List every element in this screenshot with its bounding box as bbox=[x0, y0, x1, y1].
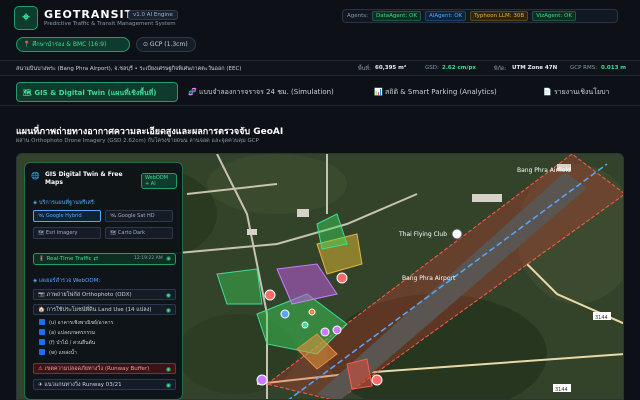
location-bar: สนามบินบางพระ (Bang Phra Airport), จ.ชลบ… bbox=[0, 60, 640, 76]
real-time-traffic-toggle[interactable]: 🚦 Real-Time Traffic ⇄ 12:19:22 AM ◉ bbox=[33, 253, 176, 265]
runway-axis-label: ✈ แนวแกนทางวิ่ง Runway 03/21 bbox=[38, 382, 122, 388]
runway-buffer-layer-row[interactable]: ⚠ เขตความปลอดภัยทางวิ่ง (Runway Buffer) … bbox=[33, 363, 176, 374]
map-marker bbox=[308, 308, 316, 316]
map-marker bbox=[336, 272, 348, 284]
map-marker bbox=[320, 327, 330, 337]
eye-icon[interactable]: ◉ bbox=[166, 380, 171, 391]
app-subtitle: Predictive Traffic & Transit Management … bbox=[44, 21, 176, 27]
area-value: 60,395 m² bbox=[375, 65, 407, 71]
map-marker bbox=[280, 309, 290, 319]
basemap-heading: ◈ บริการแผนที่ฐานฟรีเสรี: bbox=[33, 200, 96, 206]
map-marker bbox=[301, 321, 309, 329]
version-badge: v1.0 AI Engine bbox=[128, 10, 178, 20]
location-name: สนามบินบางพระ (Bang Phra Airport), จ.ชลบ… bbox=[16, 66, 242, 72]
poi-label: Thai Flying Club bbox=[398, 231, 447, 238]
basemap-carto-dark[interactable]: 🗺 Carto Dark bbox=[105, 227, 173, 239]
land-use-label: 🏠 การใช้ประโยชน์ที่ดิน Land Use (14 แปลง… bbox=[38, 307, 152, 313]
traffic-time: 12:19:22 AM bbox=[134, 256, 163, 261]
gsd-value: 2.62 cm/px bbox=[442, 65, 476, 71]
tab-simulation[interactable]: 🧬 แบบจำลองการจราจร 24 ชม. (Simulation) bbox=[188, 82, 334, 102]
app-logo-icon: ⌖ bbox=[14, 6, 38, 30]
land-use-checkbox[interactable]: (f) ป่าไม้ / สวนยืนต้น bbox=[39, 339, 169, 348]
land-use-checkbox[interactable]: (a) แปลงเกษตรกรรม bbox=[39, 329, 169, 338]
poi-label: Bang Phra Airfield bbox=[517, 167, 571, 174]
agents-label: Agents: bbox=[347, 13, 368, 19]
area-label: พื้นที่: bbox=[358, 66, 371, 72]
gcp-rms-value: 0.013 m bbox=[601, 65, 627, 71]
page-title: แผนที่ภาพถ่ายทางอากาศความละเอียดสูงและผล… bbox=[16, 127, 284, 137]
orthophoto-label: 📷 ภาพถ่ายโฟกัส Orthophoto (ODX) bbox=[38, 292, 132, 298]
traffic-label: 🚦 Real-Time Traffic ⇄ bbox=[38, 256, 99, 262]
agents-status-bar: Agents: DataAgent: OK AIAgent: OK Typhoo… bbox=[342, 9, 618, 23]
webodm-badge: WebODM + AI bbox=[141, 173, 177, 189]
basemap-google-hybrid[interactable]: 🛰 Google Hybrid bbox=[33, 210, 101, 222]
checkbox-icon bbox=[39, 339, 45, 345]
eye-icon[interactable]: ◉ bbox=[166, 290, 171, 301]
basemap-google-sat-hd[interactable]: 🛰 Google Sat HD bbox=[105, 210, 173, 222]
road-tag: 3144 bbox=[595, 315, 608, 321]
agent-status-badge: DataAgent: OK bbox=[372, 11, 421, 21]
gcp-rms-label: GCP RMS: bbox=[570, 65, 598, 71]
runway-axis-layer-row[interactable]: ✈ แนวแกนทางวิ่ง Runway 03/21 ◉ bbox=[33, 379, 176, 390]
land-use-checkbox[interactable]: (w) แหล่งน้ำ bbox=[39, 349, 169, 358]
crs-value: UTM Zone 47N bbox=[512, 65, 558, 71]
gsd-label: GSD: bbox=[425, 65, 439, 71]
road-tag: 3144 bbox=[555, 387, 568, 393]
land-use-checkbox[interactable]: (u) อาคารเชิงพาณิชย์/อาคาร bbox=[39, 319, 169, 328]
tab-gis[interactable]: 🗺 GIS & Digital Twin (แผนที่เชิงพื้นที่) bbox=[16, 82, 178, 102]
page-subtitle: ผสาน Orthophoto Drone Imagery (GSD 2.62c… bbox=[16, 138, 259, 144]
pilot-study-button[interactable]: 📍 ศึกษานำร่อง & BMC (16:9) bbox=[16, 37, 130, 52]
map-marker bbox=[264, 289, 276, 301]
tab-policy-report[interactable]: 📄 รายงานเชิงนโยบา bbox=[543, 82, 609, 102]
runway-buffer-label: ⚠ เขตความปลอดภัยทางวิ่ง (Runway Buffer) bbox=[38, 366, 150, 372]
panel-header: 🌐 GIS Digital Twin & Free Maps WebODM + … bbox=[31, 169, 177, 191]
webodm-heading: ◈ เลเยอร์สำรวจ WebODM: bbox=[33, 278, 101, 284]
basemap-esri-imagery[interactable]: 🗺 Esri Imagery bbox=[33, 227, 101, 239]
checkbox-icon bbox=[39, 319, 45, 325]
main-tabs: 🗺 GIS & Digital Twin (แผนที่เชิงพื้นที่)… bbox=[0, 78, 640, 106]
map-marker bbox=[371, 374, 383, 386]
agent-status-badge: Typhoon LLM: 30B bbox=[470, 11, 529, 21]
app-header: ⌖ GEOTRANSITX v1.0 AI Engine Predictive … bbox=[0, 0, 640, 58]
map-marker bbox=[256, 374, 268, 386]
tab-analytics[interactable]: 📊 สถิติ & Smart Parking (Analytics) bbox=[374, 82, 497, 102]
layer-control-panel: 🌐 GIS Digital Twin & Free Maps WebODM + … bbox=[24, 162, 183, 400]
land-use-layer-row[interactable]: 🏠 การใช้ประโยชน์ที่ดิน Land Use (14 แปลง… bbox=[33, 304, 176, 315]
crs-label: พิกัด: bbox=[494, 66, 507, 72]
map-marker bbox=[451, 228, 463, 240]
globe-icon: 🌐 bbox=[31, 172, 40, 180]
panel-title: GIS Digital Twin & Free Maps bbox=[45, 171, 123, 186]
poi-label: Bang Phra Airport bbox=[402, 275, 456, 282]
orthophoto-layer-row[interactable]: 📷 ภาพถ่ายโฟกัส Orthophoto (ODX) ◉ bbox=[33, 289, 176, 300]
eye-icon[interactable]: ◉ bbox=[166, 254, 171, 264]
eye-icon[interactable]: ◉ bbox=[166, 364, 171, 375]
eye-icon[interactable]: ◉ bbox=[166, 305, 171, 316]
checkbox-icon bbox=[39, 349, 45, 355]
agent-status-badge: VizAgent: OK bbox=[532, 11, 576, 21]
gcp-button[interactable]: ⊙ GCP (1.3cm) bbox=[136, 37, 196, 52]
checkbox-icon bbox=[39, 329, 45, 335]
agent-status-badge: AIAgent: OK bbox=[424, 11, 467, 21]
map-marker bbox=[332, 325, 342, 335]
